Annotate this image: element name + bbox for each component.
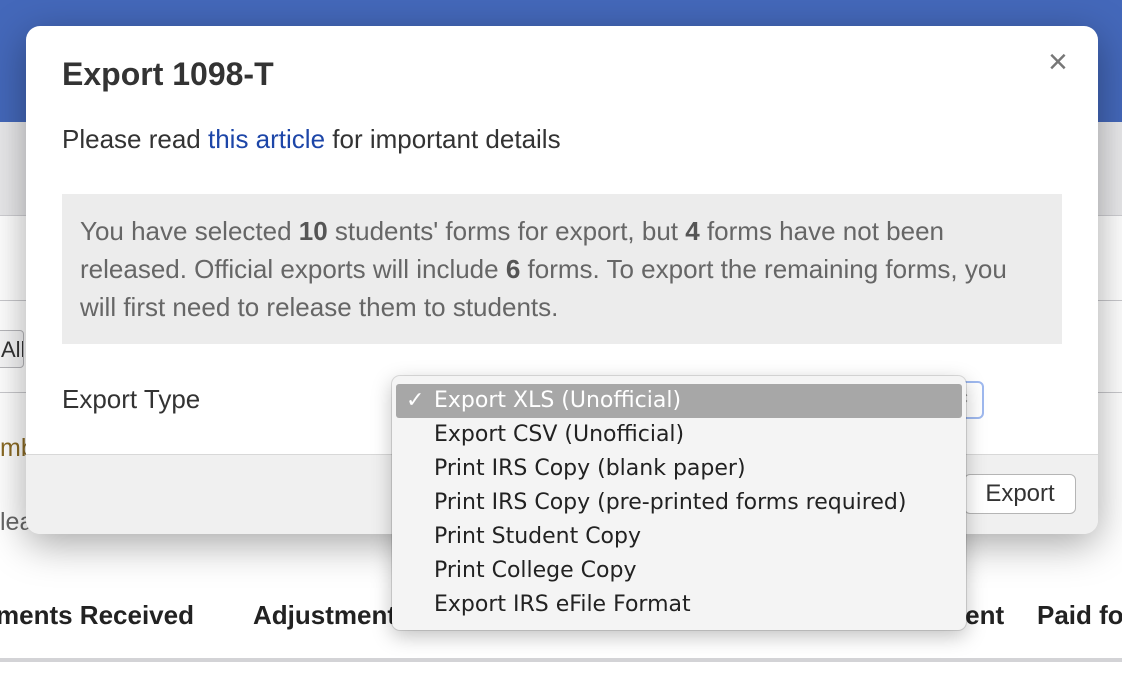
article-link[interactable]: this article — [208, 124, 325, 154]
option-export-xls[interactable]: ✓ Export XLS (Unofficial) — [396, 384, 962, 418]
modal-subtitle: Please read this article for important d… — [62, 124, 561, 155]
option-label: Print College Copy — [434, 558, 637, 583]
selected-count: 10 — [298, 216, 328, 246]
option-print-irs-blank[interactable]: Print IRS Copy (blank paper) — [396, 452, 962, 486]
unreleased-count: 4 — [685, 216, 700, 246]
option-label: Export CSV (Unofficial) — [434, 422, 685, 447]
option-print-college-copy[interactable]: Print College Copy — [396, 554, 962, 588]
option-label: Export XLS (Unofficial) — [434, 388, 682, 413]
included-count: 6 — [505, 254, 521, 284]
option-print-student-copy[interactable]: Print Student Copy — [396, 520, 962, 554]
close-icon[interactable]: × — [1048, 44, 1068, 80]
option-label: Print IRS Copy (pre-printed forms requir… — [434, 490, 907, 515]
modal-title: Export 1098-T — [62, 56, 274, 92]
export-type-label: Export Type — [62, 384, 201, 414]
notice-text: You have selected — [80, 216, 299, 246]
release-warning-notice: You have selected 10 students' forms for… — [62, 194, 1062, 344]
checkmark-icon: ✓ — [406, 388, 425, 413]
column-header-paid-for[interactable]: Paid fo — [1037, 600, 1122, 631]
option-label: Print IRS Copy (blank paper) — [434, 456, 746, 481]
option-print-irs-preprinted[interactable]: Print IRS Copy (pre-printed forms requir… — [396, 486, 962, 520]
option-label: Export IRS eFile Format — [434, 592, 691, 617]
export-button[interactable]: Export — [964, 474, 1076, 514]
option-label: Print Student Copy — [434, 524, 642, 549]
column-header-payments-received[interactable]: ments Received — [0, 600, 194, 631]
export-type-dropdown[interactable]: ✓ Export XLS (Unofficial) Export CSV (Un… — [392, 376, 966, 630]
column-header-adjustments[interactable]: Adjustment — [253, 600, 396, 631]
subtitle-text: Please read — [62, 124, 208, 154]
option-export-csv[interactable]: Export CSV (Unofficial) — [396, 418, 962, 452]
option-export-irs-efile[interactable]: Export IRS eFile Format — [396, 588, 962, 622]
table-header-border — [0, 658, 1122, 662]
notice-text: students' forms for export, but — [327, 216, 686, 246]
filter-select[interactable]: All — [0, 330, 24, 368]
subtitle-text-end: for important details — [325, 124, 561, 154]
